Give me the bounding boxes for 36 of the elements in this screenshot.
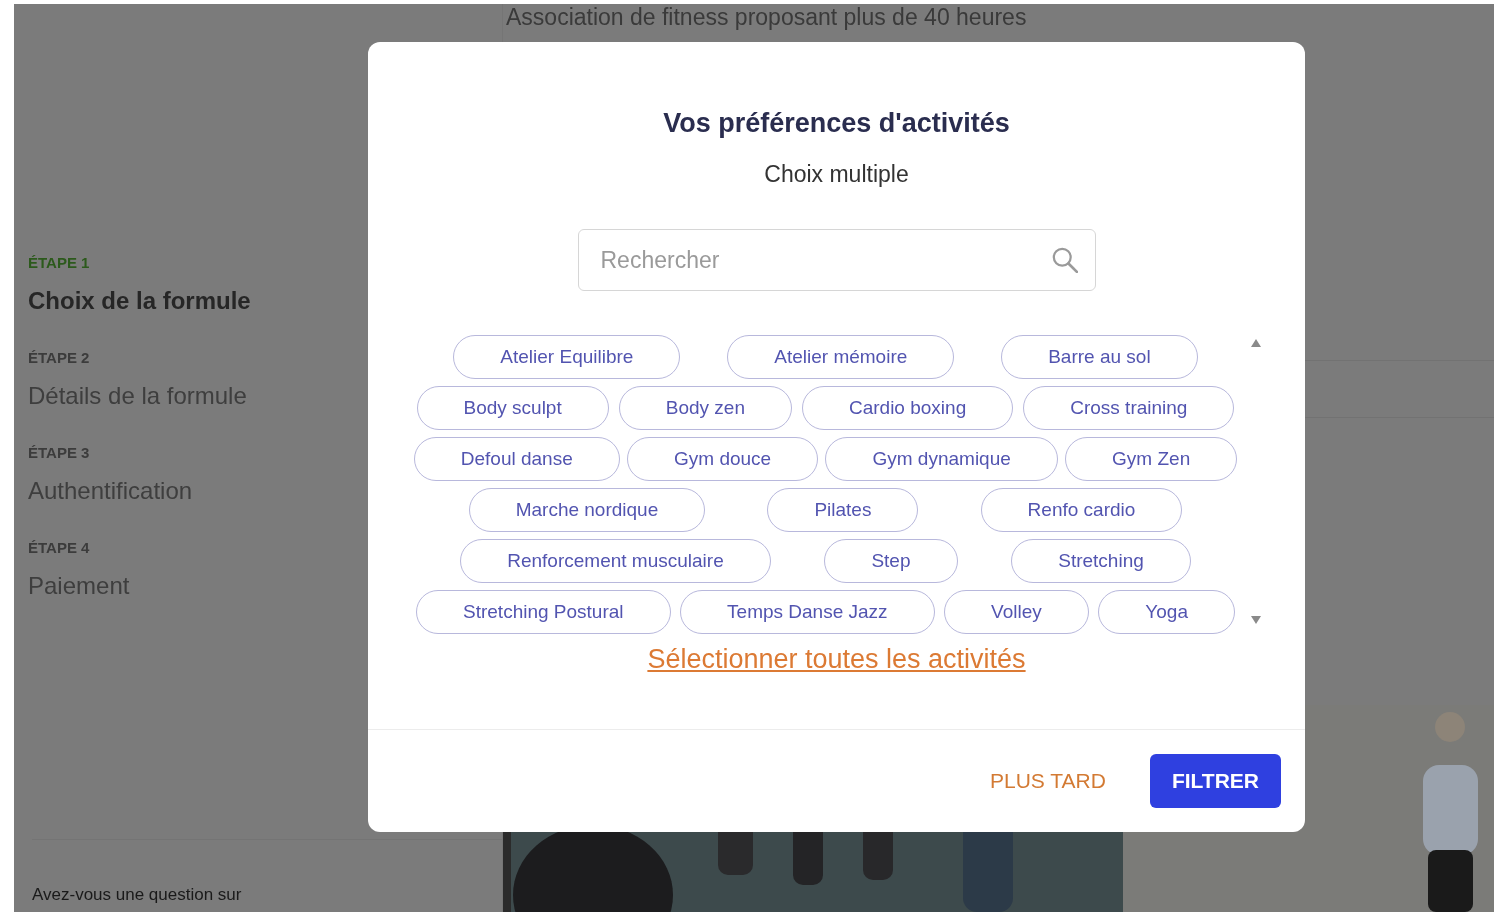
activity-chip[interactable]: Renfo cardio [980,488,1183,532]
activity-chip[interactable]: Body zen [618,386,792,430]
activity-chip[interactable]: Cardio boxing [801,386,1014,430]
filter-button[interactable]: FILTRER [1149,754,1281,808]
step-title: Détails de la formule [28,382,247,410]
activity-chip[interactable]: Gym dynamique [825,437,1058,481]
activity-chip[interactable]: Yoga [1098,590,1235,634]
activity-chip[interactable]: Renforcement musculaire [460,539,771,583]
activity-chip[interactable]: Temps Danse Jazz [680,590,935,634]
activity-chip[interactable]: Atelier Equilibre [453,335,681,379]
activity-chip[interactable]: Defoul danse [413,437,620,481]
activity-chip[interactable]: Body sculpt [416,386,609,430]
activity-chip[interactable]: Barre au sol [1001,335,1198,379]
step-title: Authentification [28,477,193,505]
activity-chip[interactable]: Gym douce [627,437,819,481]
step-label: ÉTAPE 3 [28,444,91,461]
activity-chip[interactable]: Stretching Postural [416,590,671,634]
step-label: ÉTAPE 1 [28,254,91,271]
search-field[interactable]: Rechercher [577,229,1096,291]
step-item[interactable]: ÉTAPE 1 Choix de la formule [28,254,251,315]
activity-chip[interactable]: Cross training [1023,386,1235,430]
intro-text: Association de fitness proposant plus de 40 heures [506,4,1028,30]
activity-chip[interactable]: Step [824,539,958,583]
dialog-subtitle: Choix multiple [764,161,909,188]
step-label: ÉTAPE 2 [28,349,91,366]
dialog-title: Vos préférences d'activités [663,108,1010,139]
activity-chip[interactable]: Pilates [767,488,919,532]
step-title: Choix de la formule [28,287,251,315]
activity-chip[interactable]: Stretching [1011,539,1191,583]
activity-chip[interactable]: Volley [944,590,1089,634]
activity-chip[interactable]: Atelier mémoire [727,335,955,379]
step-label: ÉTAPE 4 [28,539,91,556]
question-text: Avez-vous une question sur [32,839,502,912]
activity-chip[interactable]: Marche nordique [468,488,706,532]
step-title: Paiement [28,572,130,600]
activity-chip[interactable]: Gym Zen [1065,437,1238,481]
